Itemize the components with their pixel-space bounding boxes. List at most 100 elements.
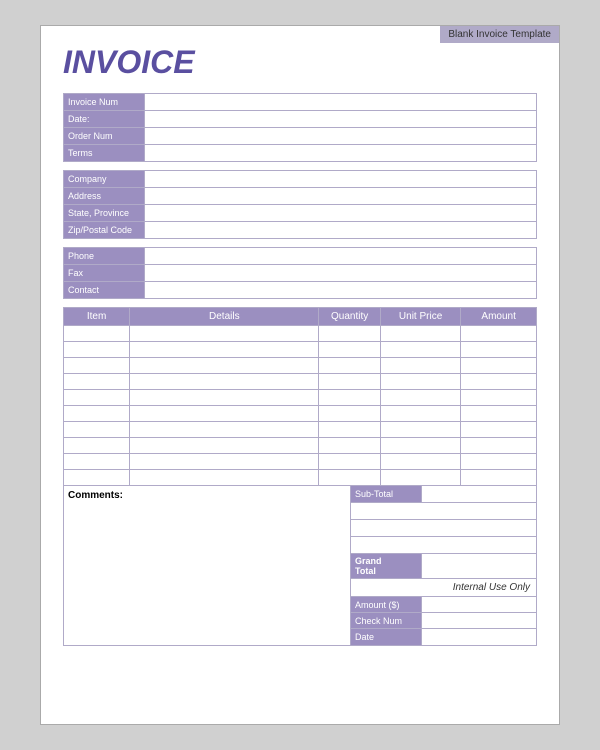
comments-label: Comments: — [68, 490, 123, 501]
check-num-row: Check Num — [351, 613, 536, 629]
table-cell[interactable] — [461, 422, 537, 438]
table-row — [64, 454, 537, 470]
table-cell[interactable] — [461, 406, 537, 422]
amount-value[interactable] — [421, 597, 536, 612]
internal-use-label: Internal Use Only — [351, 579, 536, 597]
table-cell[interactable] — [130, 406, 319, 422]
payment-date-row: Date — [351, 629, 536, 645]
table-cell[interactable] — [64, 454, 130, 470]
info-row: Date: — [63, 110, 537, 127]
table-cell[interactable] — [319, 374, 380, 390]
table-cell[interactable] — [319, 390, 380, 406]
table-cell[interactable] — [130, 390, 319, 406]
grand-total-value[interactable] — [421, 554, 536, 578]
table-cell[interactable] — [319, 358, 380, 374]
table-cell[interactable] — [130, 342, 319, 358]
table-cell[interactable] — [380, 358, 460, 374]
phone-value[interactable] — [144, 248, 536, 264]
fax-value[interactable] — [144, 265, 536, 281]
table-cell[interactable] — [130, 438, 319, 454]
table-cell[interactable] — [64, 358, 130, 374]
totals-blank-row — [351, 503, 536, 520]
table-cell[interactable] — [461, 358, 537, 374]
company-value[interactable] — [144, 171, 536, 187]
sub-total-value[interactable] — [421, 486, 536, 502]
table-cell[interactable] — [64, 406, 130, 422]
table-cell[interactable] — [380, 342, 460, 358]
table-cell[interactable] — [319, 422, 380, 438]
table-cell[interactable] — [319, 326, 380, 342]
info-row: Zip/Postal Code — [63, 221, 537, 239]
table-cell[interactable] — [64, 470, 130, 486]
info-section-2: Company Address State, Province Zip/Post… — [63, 170, 537, 239]
table-row — [64, 342, 537, 358]
table-row — [64, 422, 537, 438]
table-cell[interactable] — [319, 342, 380, 358]
contact-value[interactable] — [144, 282, 536, 298]
phone-label: Phone — [64, 248, 144, 264]
terms-value[interactable] — [144, 145, 536, 161]
table-row — [64, 406, 537, 422]
company-label: Company — [64, 171, 144, 187]
table-cell[interactable] — [461, 374, 537, 390]
check-num-label: Check Num — [351, 613, 421, 628]
info-section-3: Phone Fax Contact — [63, 247, 537, 299]
terms-label: Terms — [64, 145, 144, 161]
zip-postal-value[interactable] — [144, 222, 536, 238]
table-cell[interactable] — [130, 358, 319, 374]
sub-total-label: Sub-Total — [351, 486, 421, 502]
table-cell[interactable] — [380, 454, 460, 470]
info-row: Company — [63, 170, 537, 187]
check-num-value[interactable] — [421, 613, 536, 628]
table-cell[interactable] — [319, 406, 380, 422]
info-row: Fax — [63, 264, 537, 281]
table-cell[interactable] — [380, 422, 460, 438]
table-cell[interactable] — [130, 374, 319, 390]
order-num-value[interactable] — [144, 128, 536, 144]
table-cell[interactable] — [380, 406, 460, 422]
table-cell[interactable] — [461, 454, 537, 470]
table-cell[interactable] — [461, 342, 537, 358]
info-section-1: Invoice Num Date: Order Num Terms — [63, 93, 537, 162]
table-header-row: Item Details Quantity Unit Price Amount — [64, 308, 537, 326]
table-cell[interactable] — [130, 454, 319, 470]
table-cell[interactable] — [64, 422, 130, 438]
invoice-page: Blank Invoice Template INVOICE Invoice N… — [40, 25, 560, 725]
table-cell[interactable] — [64, 390, 130, 406]
table-cell[interactable] — [64, 342, 130, 358]
address-label: Address — [64, 188, 144, 204]
comments-area: Comments: — [64, 486, 351, 645]
table-cell[interactable] — [319, 454, 380, 470]
col-header-item: Item — [64, 308, 130, 326]
invoice-num-label: Invoice Num — [64, 94, 144, 110]
table-row — [64, 438, 537, 454]
info-row: Contact — [63, 281, 537, 299]
table-cell[interactable] — [461, 438, 537, 454]
table-cell[interactable] — [319, 438, 380, 454]
payment-date-value[interactable] — [421, 629, 536, 645]
table-cell[interactable] — [130, 326, 319, 342]
table-cell[interactable] — [461, 326, 537, 342]
date-value[interactable] — [144, 111, 536, 127]
table-cell[interactable] — [461, 470, 537, 486]
address-value[interactable] — [144, 188, 536, 204]
info-row: Invoice Num — [63, 93, 537, 110]
table-cell[interactable] — [130, 422, 319, 438]
state-province-value[interactable] — [144, 205, 536, 221]
table-cell[interactable] — [380, 374, 460, 390]
table-cell[interactable] — [64, 374, 130, 390]
table-cell[interactable] — [380, 390, 460, 406]
invoice-num-value[interactable] — [144, 94, 536, 110]
table-cell[interactable] — [461, 390, 537, 406]
amount-label: Amount ($) — [351, 597, 421, 612]
table-cell[interactable] — [319, 470, 380, 486]
table-cell[interactable] — [64, 326, 130, 342]
table-cell[interactable] — [380, 438, 460, 454]
info-row: Terms — [63, 144, 537, 162]
table-cell[interactable] — [380, 470, 460, 486]
table-cell[interactable] — [380, 326, 460, 342]
table-cell[interactable] — [64, 438, 130, 454]
table-row — [64, 390, 537, 406]
invoice-title: INVOICE — [63, 44, 537, 81]
table-cell[interactable] — [130, 470, 319, 486]
